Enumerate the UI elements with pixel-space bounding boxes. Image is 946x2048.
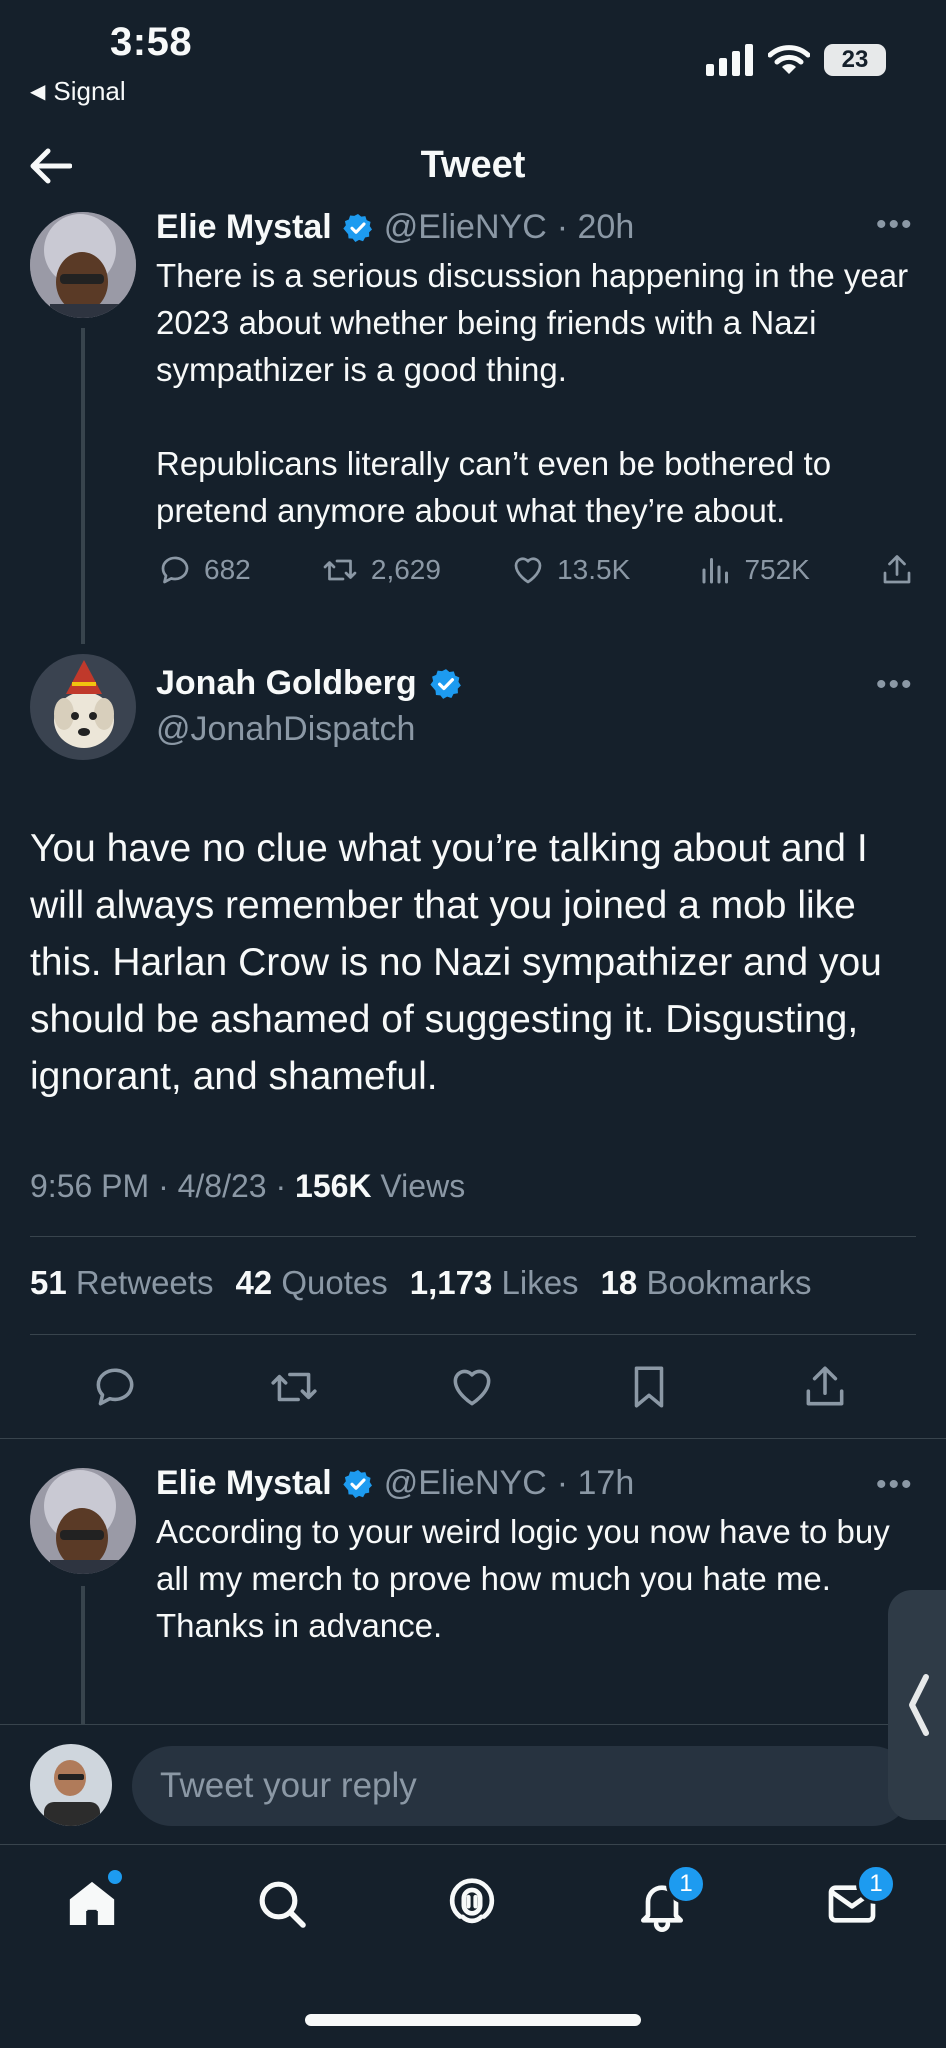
reply-count: 682 bbox=[204, 554, 251, 585]
author-handle[interactable]: @JonahDispatch bbox=[156, 710, 415, 749]
verified-icon bbox=[343, 1469, 372, 1498]
divider bbox=[30, 1334, 916, 1335]
reply-tweet-header: Elie Mystal @ElieNYC · 17h bbox=[156, 1464, 634, 1503]
retweet-icon[interactable] bbox=[267, 1362, 321, 1412]
share-button[interactable] bbox=[878, 552, 916, 588]
chevron-left-icon bbox=[909, 1674, 929, 1736]
parent-tweet-header: Elie Mystal @ElieNYC · 20h bbox=[156, 208, 634, 247]
reply-input[interactable]: Tweet your reply bbox=[132, 1746, 912, 1826]
tweet-paragraph: Republicans literally can’t even be both… bbox=[156, 445, 832, 529]
bookmarks-stat[interactable]: 18 Bookmarks bbox=[601, 1264, 812, 1302]
home-unread-dot bbox=[108, 1870, 122, 1884]
notifications-badge: 1 bbox=[666, 1864, 706, 1904]
main-tweet-text: You have no clue what you’re talking abo… bbox=[30, 827, 882, 1098]
tweet-time: 9:56 PM · 4/8/23 · bbox=[30, 1168, 296, 1204]
reply-button[interactable]: 682 bbox=[156, 552, 251, 588]
bookmark-icon[interactable] bbox=[624, 1362, 674, 1412]
thread-line bbox=[81, 328, 85, 644]
author-name[interactable]: Jonah Goldberg bbox=[156, 664, 417, 703]
back-app-label: Signal bbox=[53, 76, 126, 106]
spaces-icon bbox=[449, 1878, 495, 1924]
like-icon[interactable] bbox=[447, 1362, 497, 1412]
verified-icon bbox=[343, 213, 372, 242]
author-name[interactable]: Elie Mystal bbox=[156, 208, 332, 247]
tweet-paragraph: Thanks in advance. bbox=[156, 1607, 443, 1644]
wifi-icon bbox=[768, 45, 810, 74]
home-indicator bbox=[305, 2014, 641, 2026]
views-button[interactable]: 752K bbox=[698, 552, 810, 588]
views-count: 156K bbox=[295, 1168, 372, 1204]
more-icon[interactable]: ••• bbox=[876, 668, 914, 702]
back-to-signal[interactable]: ◀ Signal bbox=[30, 76, 126, 107]
battery-icon: 23 bbox=[824, 44, 886, 76]
home-icon bbox=[69, 1881, 115, 1925]
status-time: 3:58 bbox=[110, 20, 193, 64]
status-icons: 23 bbox=[706, 44, 886, 76]
divider bbox=[0, 1438, 946, 1439]
retweet-count: 2,629 bbox=[370, 554, 441, 585]
tab-spaces[interactable] bbox=[444, 1876, 500, 1932]
tab-home[interactable] bbox=[64, 1870, 122, 1932]
side-panel-handle[interactable] bbox=[888, 1590, 946, 1820]
author-handle[interactable]: @ElieNYC bbox=[384, 1464, 547, 1503]
reply-tweet-text: According to your weird logic you now ha… bbox=[156, 1508, 916, 1649]
search-icon bbox=[259, 1881, 306, 1928]
likes-stat[interactable]: 1,173 Likes bbox=[410, 1264, 579, 1302]
back-triangle-icon: ◀ bbox=[30, 81, 46, 103]
page-title: Tweet bbox=[420, 144, 526, 186]
parent-tweet-text: There is a serious discussion happening … bbox=[156, 252, 916, 534]
tweet-age: · 20h bbox=[556, 208, 635, 246]
more-icon[interactable]: ••• bbox=[876, 1468, 914, 1502]
cellular-icon bbox=[706, 44, 753, 76]
tab-search[interactable] bbox=[254, 1876, 310, 1932]
views-icon bbox=[702, 558, 729, 584]
like-count: 13.5K bbox=[557, 554, 631, 585]
tweet-paragraph: According to your weird logic you now ha… bbox=[156, 1513, 890, 1597]
tab-notifications[interactable]: 1 bbox=[634, 1864, 706, 1932]
views-label: Views bbox=[371, 1168, 466, 1204]
author-name[interactable]: Elie Mystal bbox=[156, 1464, 332, 1503]
avatar[interactable] bbox=[30, 1744, 112, 1826]
thread-line bbox=[81, 1586, 85, 1726]
verified-icon bbox=[430, 668, 461, 699]
messages-badge: 1 bbox=[856, 1864, 896, 1904]
reply-icon[interactable] bbox=[90, 1362, 140, 1412]
avatar-jonah[interactable] bbox=[30, 654, 136, 760]
share-icon[interactable] bbox=[800, 1362, 850, 1412]
author-handle[interactable]: @ElieNYC bbox=[384, 208, 547, 247]
main-tweet-actions bbox=[90, 1362, 850, 1412]
retweets-stat[interactable]: 51 Retweets bbox=[30, 1264, 213, 1302]
like-button[interactable]: 13.5K bbox=[509, 552, 630, 588]
tweet-timestamp: 9:56 PM · 4/8/23 · 156K Views bbox=[30, 1168, 465, 1205]
divider bbox=[30, 1236, 916, 1237]
retweet-button[interactable]: 2,629 bbox=[319, 552, 441, 588]
share-icon bbox=[883, 555, 911, 584]
tweet-paragraph: There is a serious discussion happening … bbox=[156, 257, 909, 388]
like-icon bbox=[514, 557, 542, 584]
views-count: 752K bbox=[744, 554, 810, 585]
quotes-stat[interactable]: 42 Quotes bbox=[235, 1264, 387, 1302]
avatar-elie[interactable] bbox=[30, 212, 136, 318]
more-icon[interactable]: ••• bbox=[876, 208, 914, 242]
parent-tweet-actions: 682 2,629 13.5K 752K bbox=[156, 552, 916, 588]
retweet-icon bbox=[323, 559, 357, 581]
main-tweet-header: Jonah Goldberg bbox=[156, 664, 463, 703]
engagement-stats: 51 Retweets 42 Quotes 1,173 Likes 18 Boo… bbox=[30, 1264, 812, 1302]
avatar-elie[interactable] bbox=[30, 1468, 136, 1574]
reply-icon bbox=[161, 556, 189, 584]
tab-messages[interactable]: 1 bbox=[824, 1864, 896, 1932]
tweet-age: · 17h bbox=[556, 1464, 635, 1502]
